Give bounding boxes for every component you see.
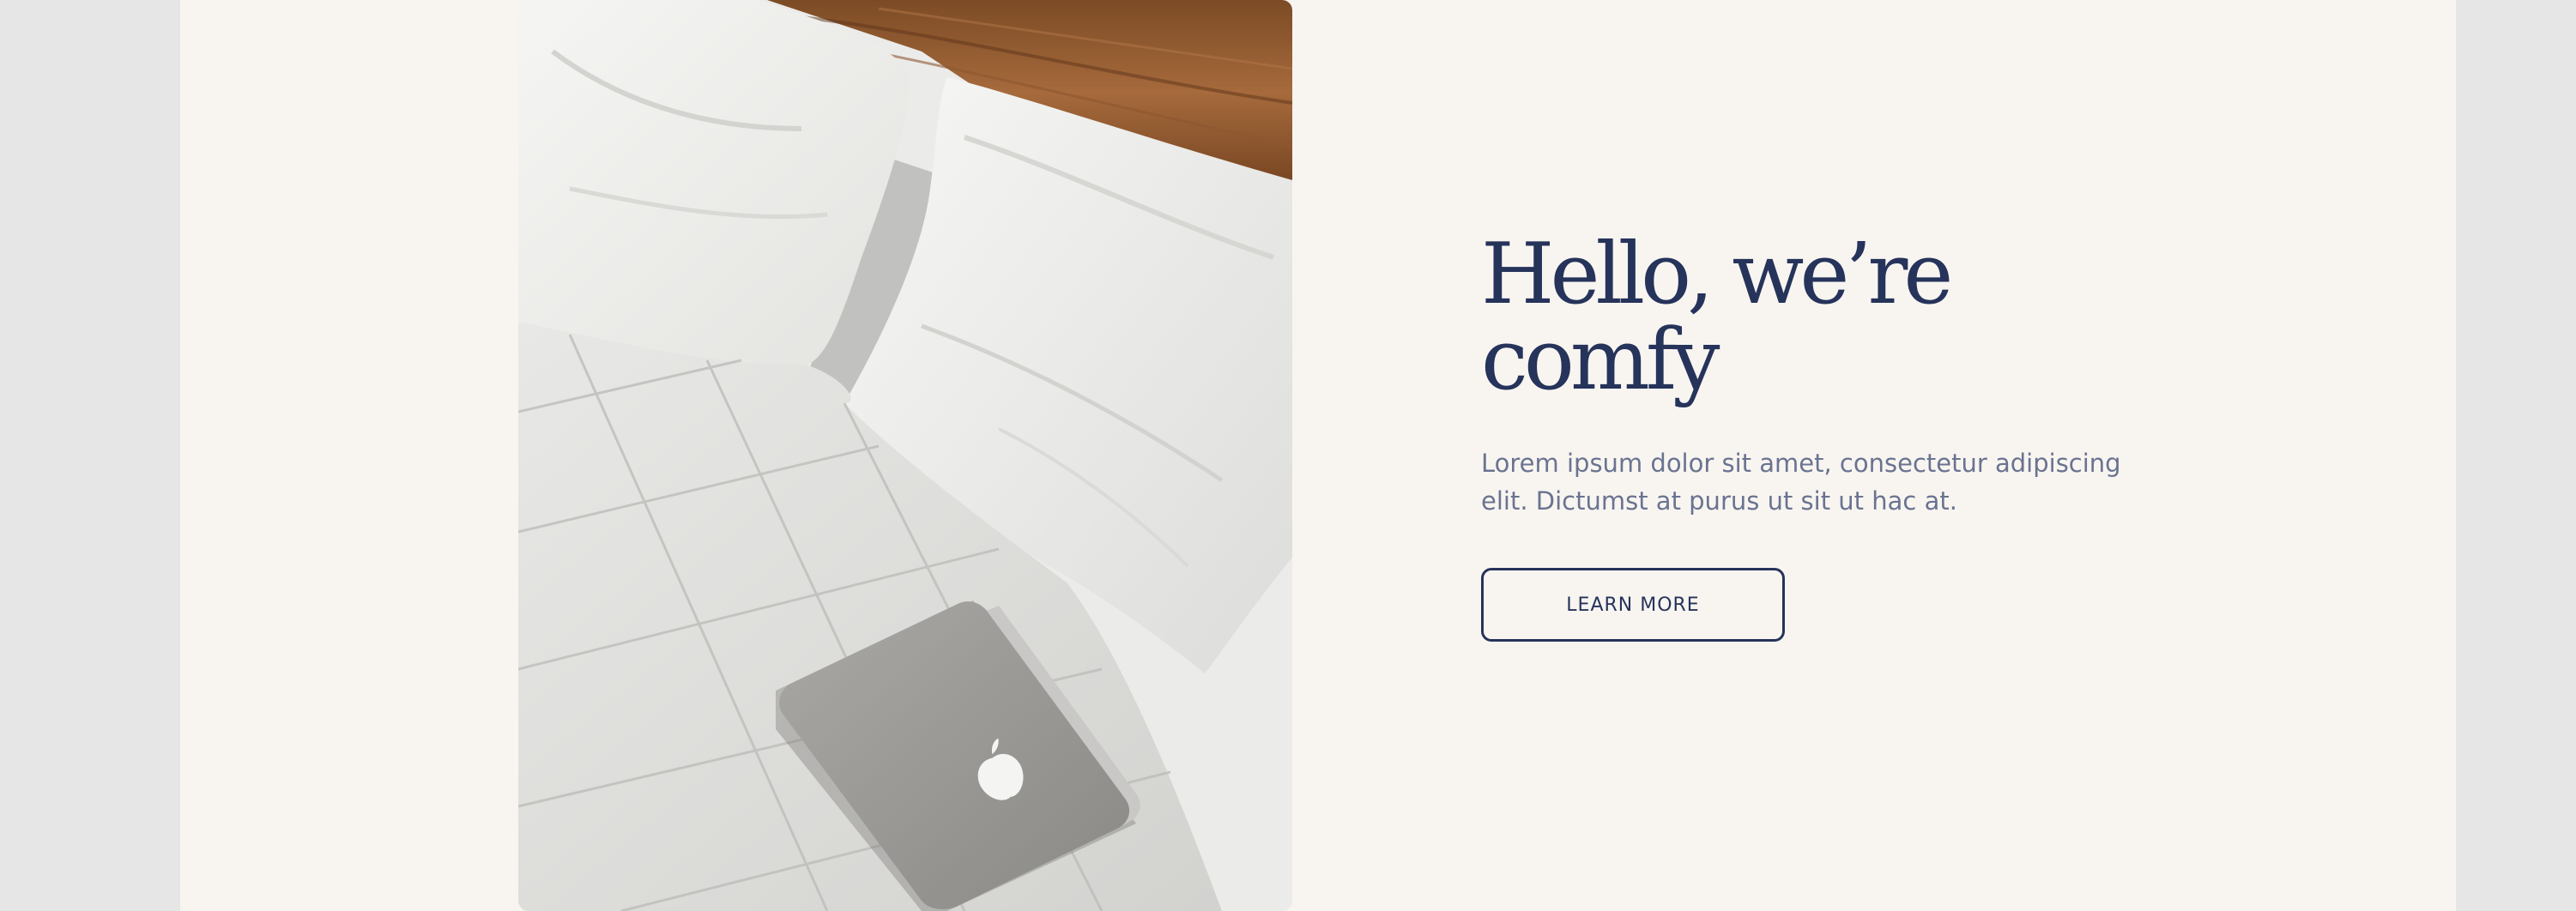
bed-photo — [518, 0, 1292, 911]
hero-title: Hello, we’re comfy — [1481, 226, 1953, 409]
learn-more-button[interactable]: LEARN MORE — [1481, 568, 1785, 642]
hero-image — [518, 0, 1292, 911]
hero-description: Lorem ipsum dolor sit amet, consectetur … — [1481, 449, 2121, 516]
hero-copy: Hello, we’re comfy Lorem ipsum dolor sit… — [1481, 232, 2253, 642]
page-container: Hello, we’re comfy Lorem ipsum dolor sit… — [180, 0, 2456, 911]
